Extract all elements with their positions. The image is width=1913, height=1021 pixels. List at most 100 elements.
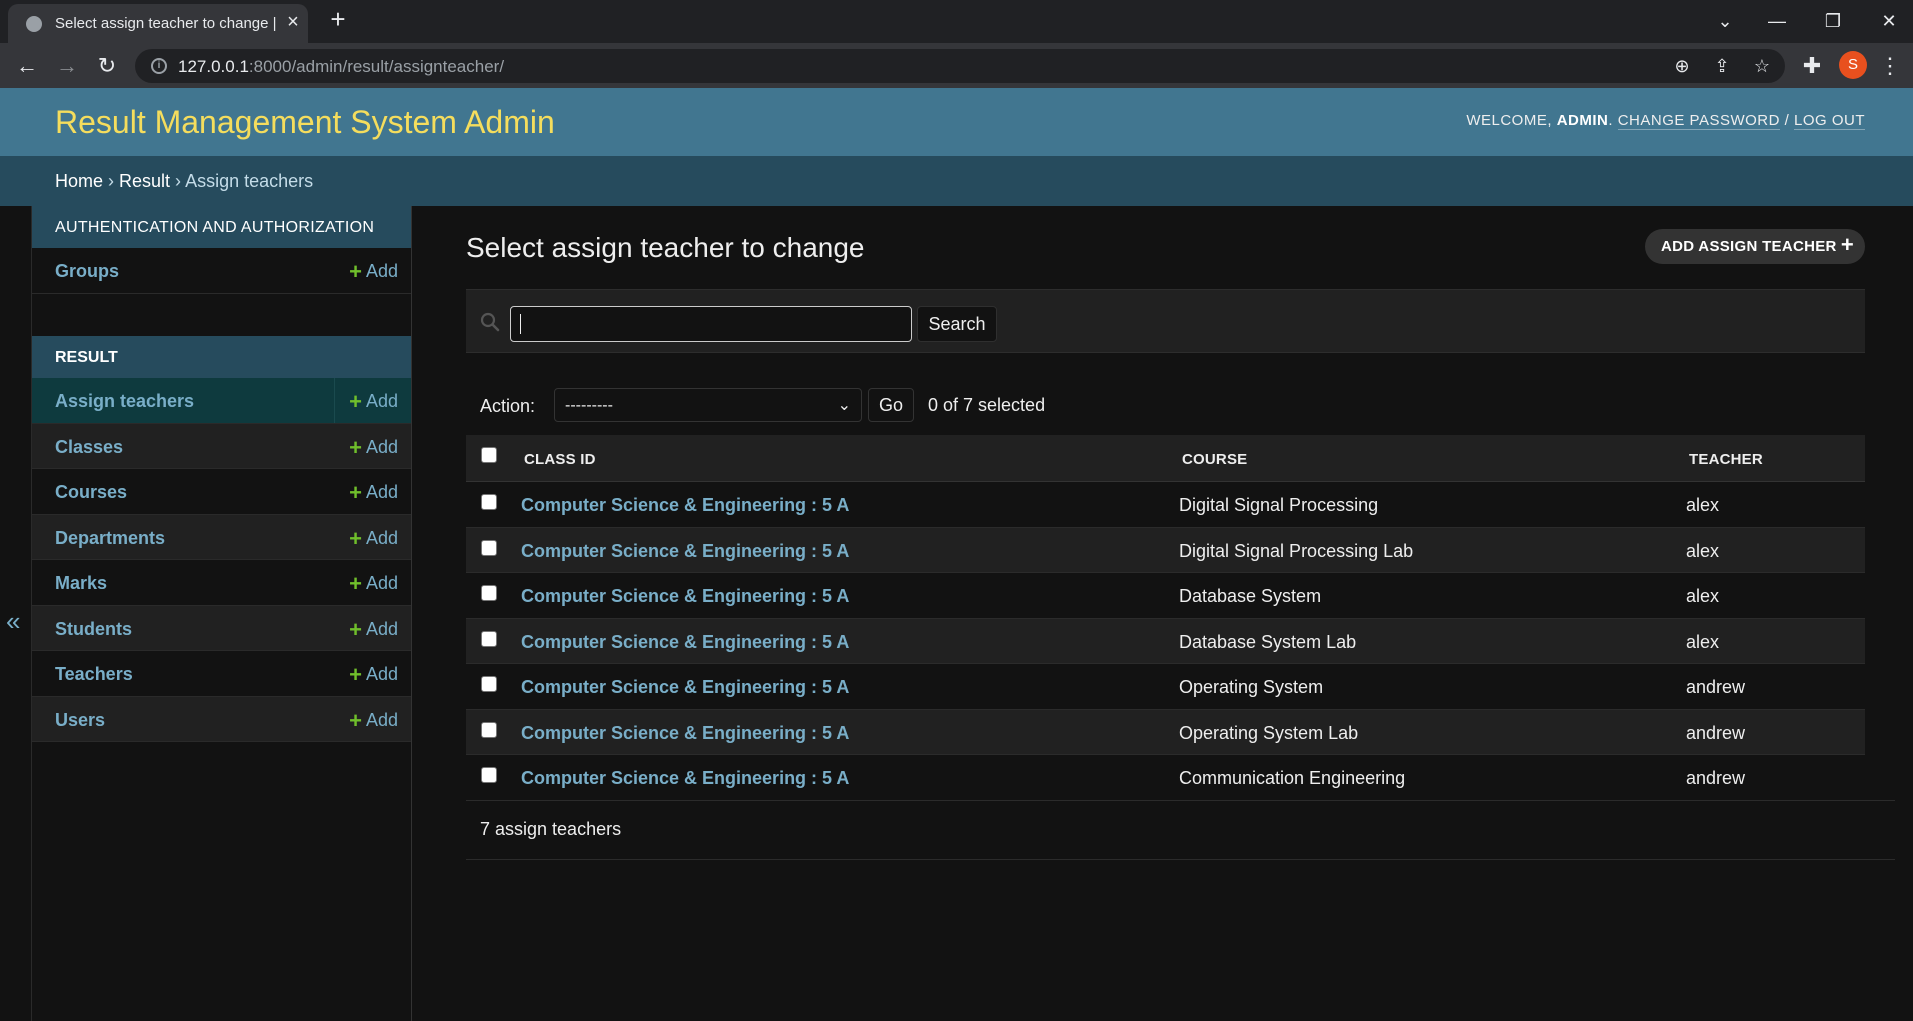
sidebar-item-departments[interactable]: Departments + Add [32, 514, 411, 560]
browser-tab[interactable]: Select assign teacher to change | × [8, 4, 308, 43]
page-title: Select assign teacher to change [466, 232, 865, 263]
select-all-checkbox[interactable] [481, 447, 497, 463]
double-chevron-left-icon[interactable]: « [6, 606, 20, 637]
add-courses-link[interactable]: + Add [349, 480, 398, 505]
globe-icon [26, 16, 42, 32]
sidebar-item-label[interactable]: Groups [55, 261, 119, 282]
browser-menu-icon[interactable]: ⋮ [1876, 52, 1904, 80]
sidebar-toggle[interactable]: « [0, 206, 32, 1021]
sidebar-item-users[interactable]: Users + Add [32, 696, 411, 742]
teacher-cell: alex [1686, 631, 1720, 652]
forward-icon[interactable]: → [53, 52, 81, 80]
plus-icon: + [349, 616, 362, 642]
result-count: 7 assign teachers [480, 819, 622, 839]
sidebar-item-assign-teachers[interactable]: Assign teachers + Add [32, 378, 411, 424]
back-icon[interactable]: ← [13, 52, 41, 80]
table-row: Computer Science & Engineering : 5 A Ope… [466, 664, 1865, 710]
teacher-cell: alex [1686, 586, 1720, 606]
module-caption-result[interactable]: RESULT [32, 336, 411, 378]
course-cell: Operating System [1179, 677, 1324, 697]
row-checkbox[interactable] [481, 721, 497, 738]
sidebar-item-groups[interactable]: Groups + Add [32, 248, 411, 294]
new-tab-icon[interactable]: + [326, 6, 350, 32]
restore-icon[interactable]: ❐ [1818, 6, 1848, 36]
row-checkbox[interactable] [481, 767, 497, 783]
add-users-link[interactable]: + Add [349, 707, 398, 733]
close-window-icon[interactable]: ✕ [1874, 6, 1904, 36]
site-title[interactable]: Result Management System Admin [55, 104, 555, 141]
sidebar-item-label[interactable]: Assign teachers [55, 391, 194, 412]
sidebar-item-label[interactable]: Students [55, 619, 132, 640]
search-input[interactable] [510, 306, 912, 342]
breadcrumb-sep: › [103, 171, 120, 191]
column-header-teacher[interactable]: TEACHER [1689, 451, 1763, 468]
sidebar-item-classes[interactable]: Classes + Add [32, 423, 411, 469]
table-row: Computer Science & Engineering : 5 A Ope… [466, 709, 1865, 755]
add-groups-link[interactable]: + Add [349, 259, 398, 284]
add-departments-link[interactable]: + Add [349, 527, 398, 549]
info-icon[interactable]: i [151, 58, 167, 74]
class-id-link[interactable]: Computer Science & Engineering : 5 A [521, 723, 849, 744]
teacher-cell: alex [1686, 495, 1720, 515]
sidebar-item-students[interactable]: Students + Add [32, 605, 411, 651]
row-checkbox[interactable] [481, 630, 497, 647]
go-button[interactable]: Go [868, 388, 914, 422]
class-id-link[interactable]: Computer Science & Engineering : 5 A [521, 632, 849, 653]
add-classes-link[interactable]: + Add [349, 436, 398, 458]
breadcrumb: Home › Result › Assign teachers [0, 156, 1913, 206]
class-id-link[interactable]: Computer Science & Engineering : 5 A [521, 495, 849, 516]
action-select[interactable]: --------- ⌄ [554, 388, 862, 422]
add-marks-link[interactable]: + Add [349, 573, 398, 595]
table-row: Computer Science & Engineering : 5 A Dig… [466, 527, 1865, 573]
search-button[interactable]: Search [917, 306, 997, 342]
class-id-link[interactable]: Computer Science & Engineering : 5 A [521, 586, 849, 607]
column-header-course[interactable]: COURSE [1182, 451, 1247, 468]
results-table: CLASS ID COURSE TEACHER Computer Science… [466, 435, 1865, 801]
sidebar: AUTHENTICATION AND AUTHORIZATION Groups … [32, 206, 412, 1021]
sidebar-item-teachers[interactable]: Teachers + Add [32, 651, 411, 697]
sidebar-item-label[interactable]: Users [55, 710, 105, 731]
sidebar-item-label[interactable]: Departments [55, 528, 165, 549]
plus-icon: + [349, 259, 362, 284]
extensions-icon[interactable]: ✚ [1798, 52, 1826, 80]
minimize-icon[interactable]: — [1762, 6, 1792, 36]
username: ADMIN [1556, 112, 1609, 129]
tab-search-icon[interactable]: ⌄ [1710, 6, 1740, 36]
bookmark-star-icon[interactable]: ☆ [1751, 55, 1773, 77]
course-cell: Digital Signal Processing [1179, 495, 1379, 515]
sidebar-item-label[interactable]: Classes [55, 437, 123, 458]
close-tab-icon[interactable]: × [282, 12, 304, 34]
profile-avatar[interactable]: S [1839, 51, 1867, 79]
reload-icon[interactable]: ↻ [93, 52, 121, 80]
module-result: RESULT Assign teachers + Add Classes + Add… [32, 336, 411, 742]
class-id-link[interactable]: Computer Science & Engineering : 5 A [521, 768, 849, 789]
add-assign-teachers-link[interactable]: + Add [349, 389, 398, 414]
row-checkbox[interactable] [481, 494, 497, 510]
row-checkbox[interactable] [481, 676, 497, 692]
module-caption-auth[interactable]: AUTHENTICATION AND AUTHORIZATION [32, 206, 411, 248]
add-students-link[interactable]: + Add [349, 616, 398, 642]
column-header-class-id[interactable]: CLASS ID [524, 451, 596, 468]
class-id-link[interactable]: Computer Science & Engineering : 5 A [521, 677, 849, 698]
url-field[interactable]: i 127.0.0.1:8000/admin/result/assignteac… [135, 49, 1785, 83]
sidebar-item-marks[interactable]: Marks + Add [32, 560, 411, 606]
share-icon[interactable]: ⇪ [1711, 55, 1733, 77]
sidebar-item-label[interactable]: Courses [55, 482, 127, 503]
plus-icon: + [349, 707, 362, 733]
breadcrumb-home[interactable]: Home [55, 171, 103, 191]
change-password-link[interactable]: CHANGE PASSWORD [1617, 112, 1780, 130]
breadcrumb-app[interactable]: Result [119, 171, 170, 191]
sidebar-item-label[interactable]: Teachers [55, 664, 133, 685]
plus-icon: + [349, 480, 362, 505]
plus-icon: + [349, 389, 362, 414]
row-checkbox[interactable] [481, 585, 497, 601]
logout-link[interactable]: LOG OUT [1793, 112, 1865, 130]
add-teachers-link[interactable]: + Add [349, 664, 398, 686]
zoom-icon[interactable]: ⊕ [1671, 55, 1693, 77]
teacher-cell: andrew [1686, 768, 1746, 788]
add-assign-teacher-button[interactable]: ADD ASSIGN TEACHER + [1645, 229, 1865, 264]
sidebar-item-label[interactable]: Marks [55, 573, 107, 594]
sidebar-item-courses[interactable]: Courses + Add [32, 469, 411, 515]
class-id-link[interactable]: Computer Science & Engineering : 5 A [521, 541, 849, 562]
row-checkbox[interactable] [481, 539, 497, 556]
